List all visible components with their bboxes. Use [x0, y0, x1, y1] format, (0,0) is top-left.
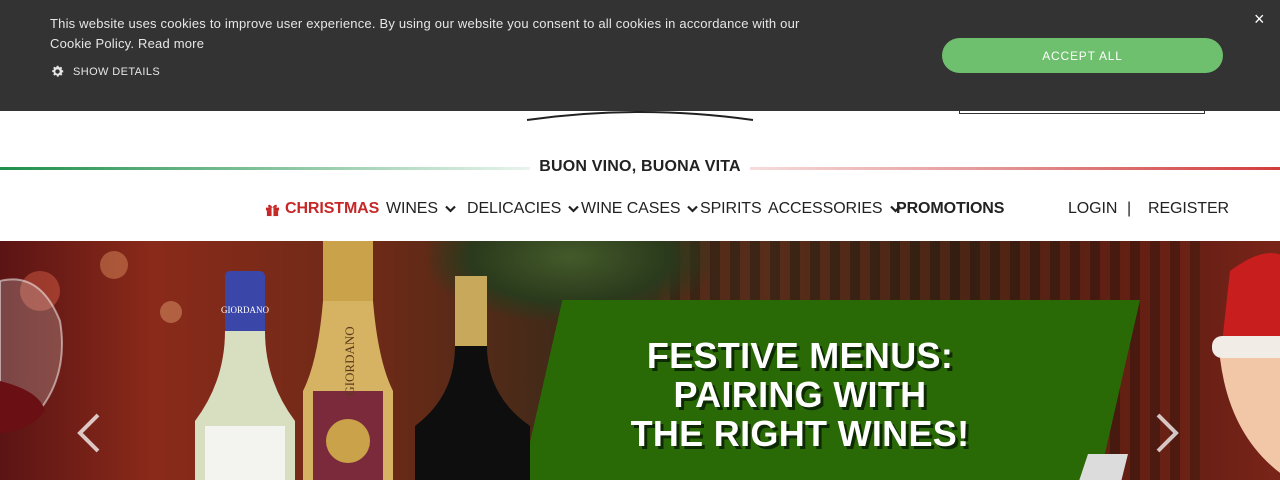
nav-separator: | [1127, 200, 1132, 217]
santa-person-image [1212, 253, 1280, 473]
read-more-link[interactable]: Read more [138, 36, 204, 51]
nav-item-accessories[interactable]: ACCESSORIES [768, 200, 901, 218]
nav-label-accessories: ACCESSORIES [768, 200, 883, 217]
tagline-divider-right [750, 167, 1280, 170]
tagline: BUON VINO, BUONA VITA [539, 158, 741, 175]
hero-banner[interactable]: GIORDANO GIORDANO FESTIVE MENUS: PAIRING… [0, 241, 1280, 480]
show-details-label: SHOW DETAILS [73, 65, 161, 78]
show-details-toggle[interactable]: SHOW DETAILS [50, 64, 160, 79]
login-link[interactable]: LOGIN [1068, 200, 1117, 218]
nav-label-spirits: SPIRITS [700, 200, 762, 217]
chevron-left-icon[interactable] [74, 411, 104, 455]
nav-item-wine-cases[interactable]: WINE CASES [581, 200, 699, 218]
nav-item-spirits[interactable]: SPIRITS [700, 200, 762, 218]
nav-label-wines: WINES [386, 200, 438, 217]
gear-icon [52, 65, 64, 77]
chevron-down-icon [687, 205, 699, 213]
bokeh-light [160, 301, 182, 323]
cookie-banner: This website uses cookies to improve use… [0, 0, 1280, 111]
chevron-down-icon [445, 205, 456, 213]
accept-all-button[interactable]: ACCEPT ALL [942, 38, 1223, 73]
nav-item-christmas[interactable]: CHRISTMAS [265, 200, 379, 218]
sparkling-wine-bottle-image: GIORDANO [303, 241, 393, 480]
nav-label-wine-cases: WINE CASES [581, 200, 681, 217]
hero-title-line: THE RIGHT WINES! [630, 413, 970, 454]
close-icon[interactable]: × [1254, 8, 1265, 30]
bottle-brand-text: GIORDANO [342, 326, 357, 395]
bottle-brand-text: GIORDANO [221, 305, 269, 315]
cookie-text: This website uses cookies to improve use… [50, 14, 810, 54]
chevron-down-icon [568, 205, 579, 213]
tagline-divider-left [0, 167, 530, 170]
chevron-right-icon[interactable] [1152, 411, 1182, 455]
nav-item-wines[interactable]: WINES [386, 200, 456, 218]
red-wine-bottle-image [415, 276, 530, 480]
gift-icon [265, 204, 280, 216]
hero-title-line: PAIRING WITH [673, 374, 927, 415]
register-link[interactable]: REGISTER [1148, 200, 1229, 218]
nav-item-delicacies[interactable]: DELICACIES [467, 200, 579, 218]
nav-label-promotions: PROMOTIONS [896, 200, 1005, 217]
hero-title: FESTIVE MENUS: PAIRING WITH THE RIGHT WI… [560, 336, 1040, 453]
hero-title-line: FESTIVE MENUS: [646, 335, 954, 376]
bokeh-light [100, 251, 128, 279]
wine-glass-image [0, 278, 63, 433]
main-nav: CHRISTMAS WINES DELICACIES WINE CASES SP… [0, 200, 1280, 224]
nav-label-delicacies: DELICACIES [467, 200, 562, 217]
nav-label-christmas: CHRISTMAS [285, 200, 380, 217]
nav-item-promotions[interactable]: PROMOTIONS [896, 200, 1004, 218]
